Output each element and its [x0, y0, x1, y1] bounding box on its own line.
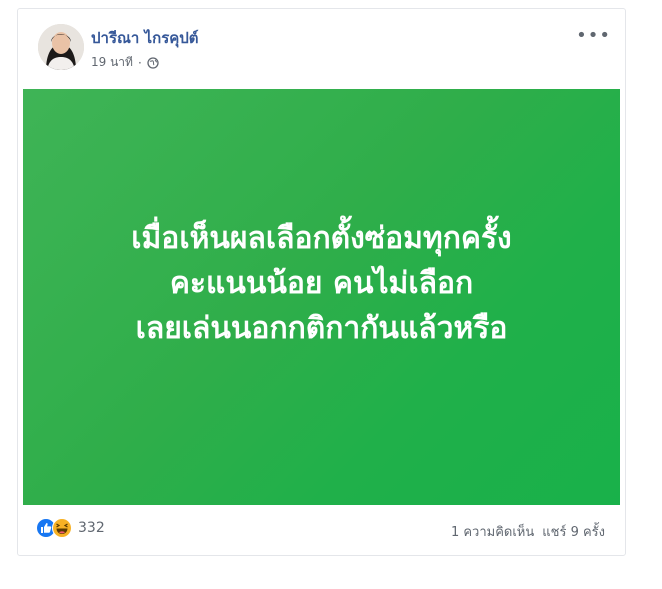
- author-name[interactable]: ปารีณา ไกรคุปต์: [91, 26, 199, 50]
- post-stats: 1 ความคิดเห็น แชร์ 9 ครั้ง: [451, 521, 605, 542]
- shares-count[interactable]: แชร์ 9 ครั้ง: [542, 525, 605, 540]
- globe-icon[interactable]: [147, 56, 159, 69]
- post-meta: 19 นาที ·: [91, 53, 159, 72]
- reactions-summary[interactable]: 332: [36, 518, 105, 538]
- comments-count[interactable]: 1 ความคิดเห็น: [451, 525, 534, 540]
- post-header: ปารีณา ไกรคุปต์ 19 นาที · •••: [18, 9, 625, 89]
- post-image[interactable]: เมื่อเห็นผลเลือกตั้งซ่อมทุกครั้ง คะแนนน้…: [23, 89, 620, 505]
- post-footer: 332 1 ความคิดเห็น แชร์ 9 ครั้ง: [18, 509, 625, 549]
- post-text-line: เลยเล่นนอกกติกากันแล้วหรือ: [135, 310, 508, 346]
- post-card: ปารีณา ไกรคุปต์ 19 นาที · ••• เมื่อเห็นผ…: [17, 8, 626, 556]
- meta-separator: ·: [137, 55, 142, 70]
- reaction-count: 332: [78, 520, 105, 536]
- more-options-icon[interactable]: •••: [576, 27, 611, 45]
- post-image-text: เมื่อเห็นผลเลือกตั้งซ่อมทุกครั้ง คะแนนน้…: [131, 216, 511, 351]
- post-text-line: เมื่อเห็นผลเลือกตั้งซ่อมทุกครั้ง: [131, 220, 512, 256]
- author-avatar[interactable]: [38, 24, 84, 70]
- post-text-line: คะแนนน้อย คนไม่เลือก: [169, 265, 474, 301]
- post-time[interactable]: 19 นาที: [91, 53, 133, 72]
- avatar-photo: [38, 24, 84, 70]
- haha-icon: [52, 518, 72, 538]
